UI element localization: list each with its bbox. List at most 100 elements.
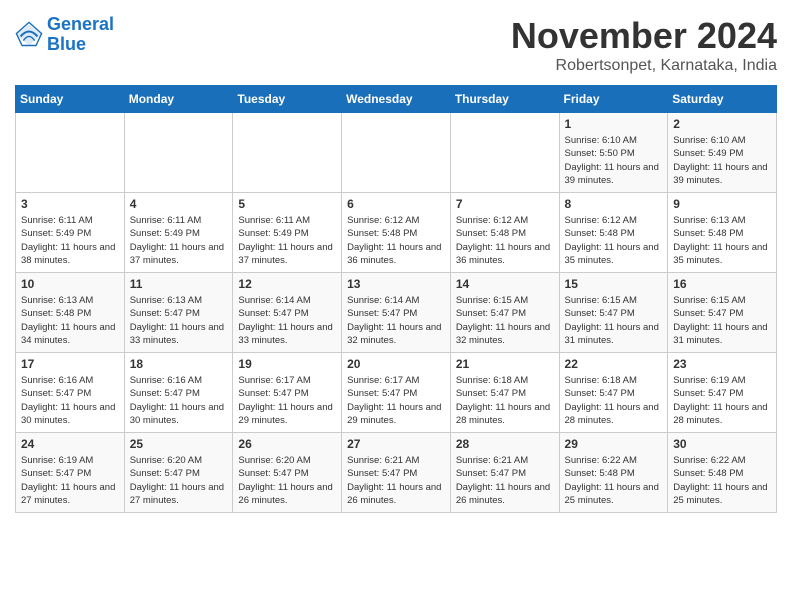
day-number: 12 xyxy=(238,277,336,291)
calendar-cell: 24 Sunrise: 6:19 AMSunset: 5:47 PMDayligh… xyxy=(16,433,125,513)
day-number: 24 xyxy=(21,437,119,451)
day-number: 5 xyxy=(238,197,336,211)
calendar-week-1: 1Sunrise: 6:10 AMSunset: 5:50 PMDaylight… xyxy=(16,113,777,193)
calendar-cell: 8 Sunrise: 6:12 AMSunset: 5:48 PMDaylight… xyxy=(559,193,668,273)
day-info: Sunrise: 6:15 AMSunset: 5:47 PMDaylight:… xyxy=(673,294,771,347)
day-number: 18 xyxy=(130,357,228,371)
calendar-cell xyxy=(16,113,125,193)
calendar-week-3: 10 Sunrise: 6:13 AMSunset: 5:48 PMDayligh… xyxy=(16,273,777,353)
weekday-header-saturday: Saturday xyxy=(668,86,777,113)
day-number: 1 xyxy=(565,117,663,131)
day-number: 27 xyxy=(347,437,445,451)
calendar-cell: 20 Sunrise: 6:17 AMSunset: 5:47 PMDayligh… xyxy=(342,353,451,433)
day-number: 19 xyxy=(238,357,336,371)
calendar-cell: 5 Sunrise: 6:11 AMSunset: 5:49 PMDaylight… xyxy=(233,193,342,273)
calendar-cell xyxy=(233,113,342,193)
day-info: Sunrise: 6:11 AMSunset: 5:49 PMDaylight:… xyxy=(130,214,228,267)
logo-text: General Blue xyxy=(47,15,114,55)
day-info: Sunrise: 6:17 AMSunset: 5:47 PMDaylight:… xyxy=(347,374,445,427)
day-info: Sunrise: 6:22 AMSunset: 5:48 PMDaylight:… xyxy=(673,454,771,507)
calendar-cell: 25 Sunrise: 6:20 AMSunset: 5:47 PMDayligh… xyxy=(124,433,233,513)
weekday-header-sunday: Sunday xyxy=(16,86,125,113)
day-number: 29 xyxy=(565,437,663,451)
day-info: Sunrise: 6:13 AMSunset: 5:47 PMDaylight:… xyxy=(130,294,228,347)
day-number: 4 xyxy=(130,197,228,211)
calendar-cell: 1Sunrise: 6:10 AMSunset: 5:50 PMDaylight… xyxy=(559,113,668,193)
day-number: 7 xyxy=(456,197,554,211)
calendar-cell: 30Sunrise: 6:22 AMSunset: 5:48 PMDayligh… xyxy=(668,433,777,513)
day-info: Sunrise: 6:12 AMSunset: 5:48 PMDaylight:… xyxy=(456,214,554,267)
day-info: Sunrise: 6:20 AMSunset: 5:47 PMDaylight:… xyxy=(238,454,336,507)
day-info: Sunrise: 6:11 AMSunset: 5:49 PMDaylight:… xyxy=(238,214,336,267)
calendar-week-5: 24 Sunrise: 6:19 AMSunset: 5:47 PMDayligh… xyxy=(16,433,777,513)
day-info: Sunrise: 6:15 AMSunset: 5:47 PMDaylight:… xyxy=(565,294,663,347)
calendar-table: SundayMondayTuesdayWednesdayThursdayFrid… xyxy=(15,85,777,513)
day-number: 16 xyxy=(673,277,771,291)
calendar-cell: 22Sunrise: 6:18 AMSunset: 5:47 PMDayligh… xyxy=(559,353,668,433)
calendar-cell: 2Sunrise: 6:10 AMSunset: 5:49 PMDaylight… xyxy=(668,113,777,193)
calendar-cell: 11 Sunrise: 6:13 AMSunset: 5:47 PMDayligh… xyxy=(124,273,233,353)
calendar-cell: 17Sunrise: 6:16 AMSunset: 5:47 PMDayligh… xyxy=(16,353,125,433)
day-number: 6 xyxy=(347,197,445,211)
month-title: November 2024 xyxy=(511,15,777,57)
calendar-cell: 28 Sunrise: 6:21 AMSunset: 5:47 PMDayligh… xyxy=(450,433,559,513)
day-number: 3 xyxy=(21,197,119,211)
header: General Blue November 2024 Robertsonpet,… xyxy=(15,15,777,75)
day-number: 20 xyxy=(347,357,445,371)
day-info: Sunrise: 6:20 AMSunset: 5:47 PMDaylight:… xyxy=(130,454,228,507)
calendar-cell xyxy=(450,113,559,193)
calendar-cell: 29Sunrise: 6:22 AMSunset: 5:48 PMDayligh… xyxy=(559,433,668,513)
calendar-cell: 26 Sunrise: 6:20 AMSunset: 5:47 PMDayligh… xyxy=(233,433,342,513)
location-title: Robertsonpet, Karnataka, India xyxy=(511,57,777,75)
calendar-cell: 12 Sunrise: 6:14 AMSunset: 5:47 PMDayligh… xyxy=(233,273,342,353)
calendar-cell: 23Sunrise: 6:19 AMSunset: 5:47 PMDayligh… xyxy=(668,353,777,433)
day-number: 22 xyxy=(565,357,663,371)
day-number: 28 xyxy=(456,437,554,451)
logo-icon xyxy=(15,21,43,49)
day-number: 10 xyxy=(21,277,119,291)
calendar-cell: 3 Sunrise: 6:11 AMSunset: 5:49 PMDaylight… xyxy=(16,193,125,273)
day-info: Sunrise: 6:13 AMSunset: 5:48 PMDaylight:… xyxy=(673,214,771,267)
calendar-cell xyxy=(124,113,233,193)
day-info: Sunrise: 6:12 AMSunset: 5:48 PMDaylight:… xyxy=(347,214,445,267)
day-number: 15 xyxy=(565,277,663,291)
day-info: Sunrise: 6:17 AMSunset: 5:47 PMDaylight:… xyxy=(238,374,336,427)
day-number: 26 xyxy=(238,437,336,451)
day-number: 14 xyxy=(456,277,554,291)
day-number: 11 xyxy=(130,277,228,291)
calendar-week-2: 3 Sunrise: 6:11 AMSunset: 5:49 PMDaylight… xyxy=(16,193,777,273)
day-info: Sunrise: 6:11 AMSunset: 5:49 PMDaylight:… xyxy=(21,214,119,267)
weekday-header-monday: Monday xyxy=(124,86,233,113)
title-area: November 2024 Robertsonpet, Karnataka, I… xyxy=(511,15,777,75)
calendar-cell: 6 Sunrise: 6:12 AMSunset: 5:48 PMDaylight… xyxy=(342,193,451,273)
day-info: Sunrise: 6:16 AMSunset: 5:47 PMDaylight:… xyxy=(130,374,228,427)
day-info: Sunrise: 6:13 AMSunset: 5:48 PMDaylight:… xyxy=(21,294,119,347)
logo: General Blue xyxy=(15,15,114,55)
day-number: 9 xyxy=(673,197,771,211)
weekday-header-friday: Friday xyxy=(559,86,668,113)
day-number: 21 xyxy=(456,357,554,371)
day-number: 17 xyxy=(21,357,119,371)
calendar-cell: 16 Sunrise: 6:15 AMSunset: 5:47 PMDayligh… xyxy=(668,273,777,353)
day-info: Sunrise: 6:10 AMSunset: 5:49 PMDaylight:… xyxy=(673,134,771,187)
calendar-cell xyxy=(342,113,451,193)
calendar-cell: 18 Sunrise: 6:16 AMSunset: 5:47 PMDayligh… xyxy=(124,353,233,433)
calendar-week-4: 17 Sunrise: 6:16 AMSunset: 5:47 PMDayligh… xyxy=(16,353,777,433)
calendar-cell: 19 Sunrise: 6:17 AMSunset: 5:47 PMDayligh… xyxy=(233,353,342,433)
weekday-header-thursday: Thursday xyxy=(450,86,559,113)
day-info: Sunrise: 6:18 AMSunset: 5:47 PMDaylight:… xyxy=(456,374,554,427)
day-number: 25 xyxy=(130,437,228,451)
calendar-cell: 7 Sunrise: 6:12 AMSunset: 5:48 PMDaylight… xyxy=(450,193,559,273)
day-info: Sunrise: 6:21 AMSunset: 5:47 PMDaylight:… xyxy=(456,454,554,507)
calendar-cell: 13Sunrise: 6:14 AMSunset: 5:47 PMDayligh… xyxy=(342,273,451,353)
day-info: Sunrise: 6:12 AMSunset: 5:48 PMDaylight:… xyxy=(565,214,663,267)
day-info: Sunrise: 6:19 AMSunset: 5:47 PMDaylight:… xyxy=(673,374,771,427)
weekday-header-row: SundayMondayTuesdayWednesdayThursdayFrid… xyxy=(16,86,777,113)
calendar-cell: 4 Sunrise: 6:11 AMSunset: 5:49 PMDaylight… xyxy=(124,193,233,273)
day-info: Sunrise: 6:14 AMSunset: 5:47 PMDaylight:… xyxy=(238,294,336,347)
calendar-cell: 14Sunrise: 6:15 AMSunset: 5:47 PMDayligh… xyxy=(450,273,559,353)
day-info: Sunrise: 6:19 AMSunset: 5:47 PMDaylight:… xyxy=(21,454,119,507)
day-number: 8 xyxy=(565,197,663,211)
calendar-cell: 21 Sunrise: 6:18 AMSunset: 5:47 PMDayligh… xyxy=(450,353,559,433)
calendar-cell: 9 Sunrise: 6:13 AMSunset: 5:48 PMDaylight… xyxy=(668,193,777,273)
